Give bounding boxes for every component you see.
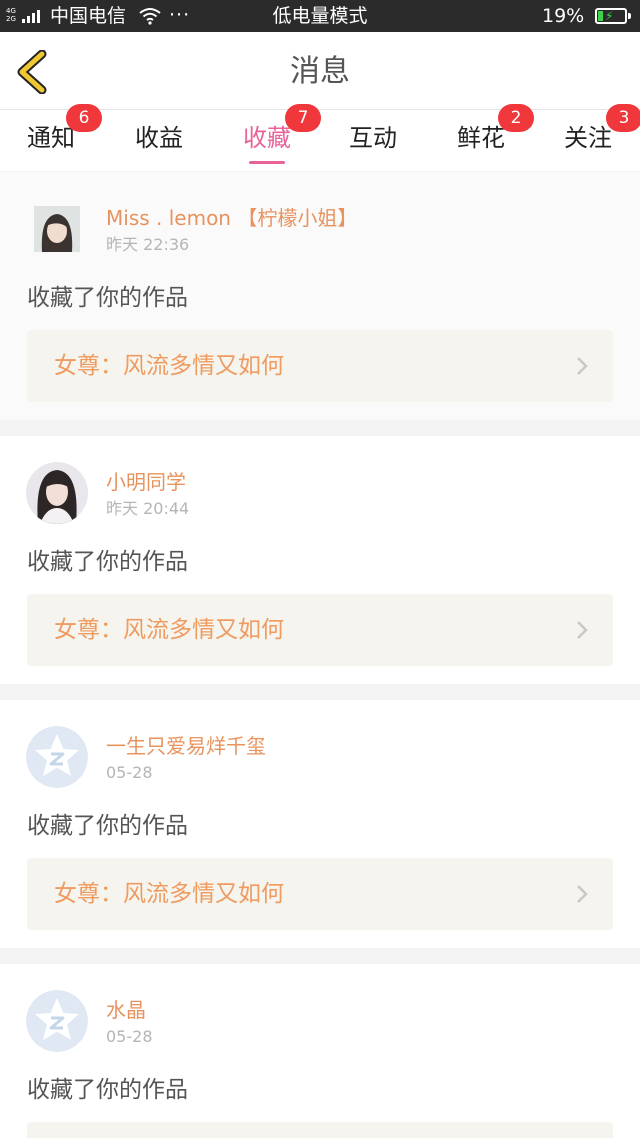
tab-bar: 通知 6 收益 收藏 7 互动 鲜花 2 关注 3 [0,104,640,171]
unread-badge: 3 [606,104,640,132]
tab-label: 互动 [349,124,397,152]
tab-favorites[interactable]: 收藏 7 [212,104,322,171]
user-avatar[interactable] [26,990,88,1052]
work-link[interactable] [27,1122,613,1138]
action-text: 收藏了你的作品 [27,1077,188,1103]
chevron-right-icon [577,885,588,903]
username[interactable]: 一生只爱易烊千玺 [106,732,266,760]
user-avatar[interactable] [26,462,88,524]
unread-badge: 6 [66,104,102,132]
unread-badge: 7 [285,104,321,132]
nav-header: 消息 [0,32,640,110]
timestamp: 昨天 20:44 [106,499,190,518]
message-card: 水晶 05-28 收藏了你的作品 [0,964,640,1138]
active-tab-indicator [249,161,285,164]
username[interactable]: Miss . lemon 【柠檬小姐】 [106,204,357,232]
tab-notifications[interactable]: 通知 6 [0,104,106,171]
unread-badge: 2 [498,104,534,132]
work-title: 女尊：风流多情又如何 [54,881,284,907]
battery-tip [628,13,631,19]
chevron-right-icon [577,621,588,639]
battery-icon: ⚡ [595,8,627,24]
tab-flowers[interactable]: 鲜花 2 [426,104,536,171]
timestamp: 05-28 [106,1027,153,1046]
action-text: 收藏了你的作品 [27,285,188,311]
message-card: Miss . lemon 【柠檬小姐】 昨天 22:36 收藏了你的作品 女尊：… [0,172,640,420]
work-link[interactable]: 女尊：风流多情又如何 [27,330,613,402]
action-text: 收藏了你的作品 [27,549,188,575]
tab-earnings[interactable]: 收益 [104,110,214,171]
chevron-right-icon [577,357,588,375]
tab-interactions[interactable]: 互动 [318,110,428,171]
tab-following[interactable]: 关注 3 [533,104,640,171]
default-star-avatar-icon [26,990,88,1052]
username[interactable]: 小明同学 [106,468,186,496]
username[interactable]: 水晶 [106,996,146,1024]
work-link[interactable]: 女尊：风流多情又如何 [27,594,613,666]
photo-girl-icon [34,206,80,252]
timestamp: 昨天 22:36 [106,235,190,254]
page-title: 消息 [290,54,350,89]
action-text: 收藏了你的作品 [27,813,188,839]
tab-label: 收益 [135,124,183,152]
timestamp: 05-28 [106,763,153,782]
default-star-avatar-icon [26,726,88,788]
message-card: 一生只爱易烊千玺 05-28 收藏了你的作品 女尊：风流多情又如何 [0,700,640,948]
work-link[interactable]: 女尊：风流多情又如何 [27,858,613,930]
status-bar: 4G 2G 中国电信 ··· 低电量模式 19% ⚡ [0,0,640,32]
user-avatar[interactable] [26,726,88,788]
battery-percent: 19% [542,5,585,27]
message-card: 小明同学 昨天 20:44 收藏了你的作品 女尊：风流多情又如何 [0,436,640,684]
work-title: 女尊：风流多情又如何 [54,353,284,379]
photo-girl-icon [26,462,88,524]
work-title: 女尊：风流多情又如何 [54,617,284,643]
user-avatar[interactable] [34,206,80,252]
